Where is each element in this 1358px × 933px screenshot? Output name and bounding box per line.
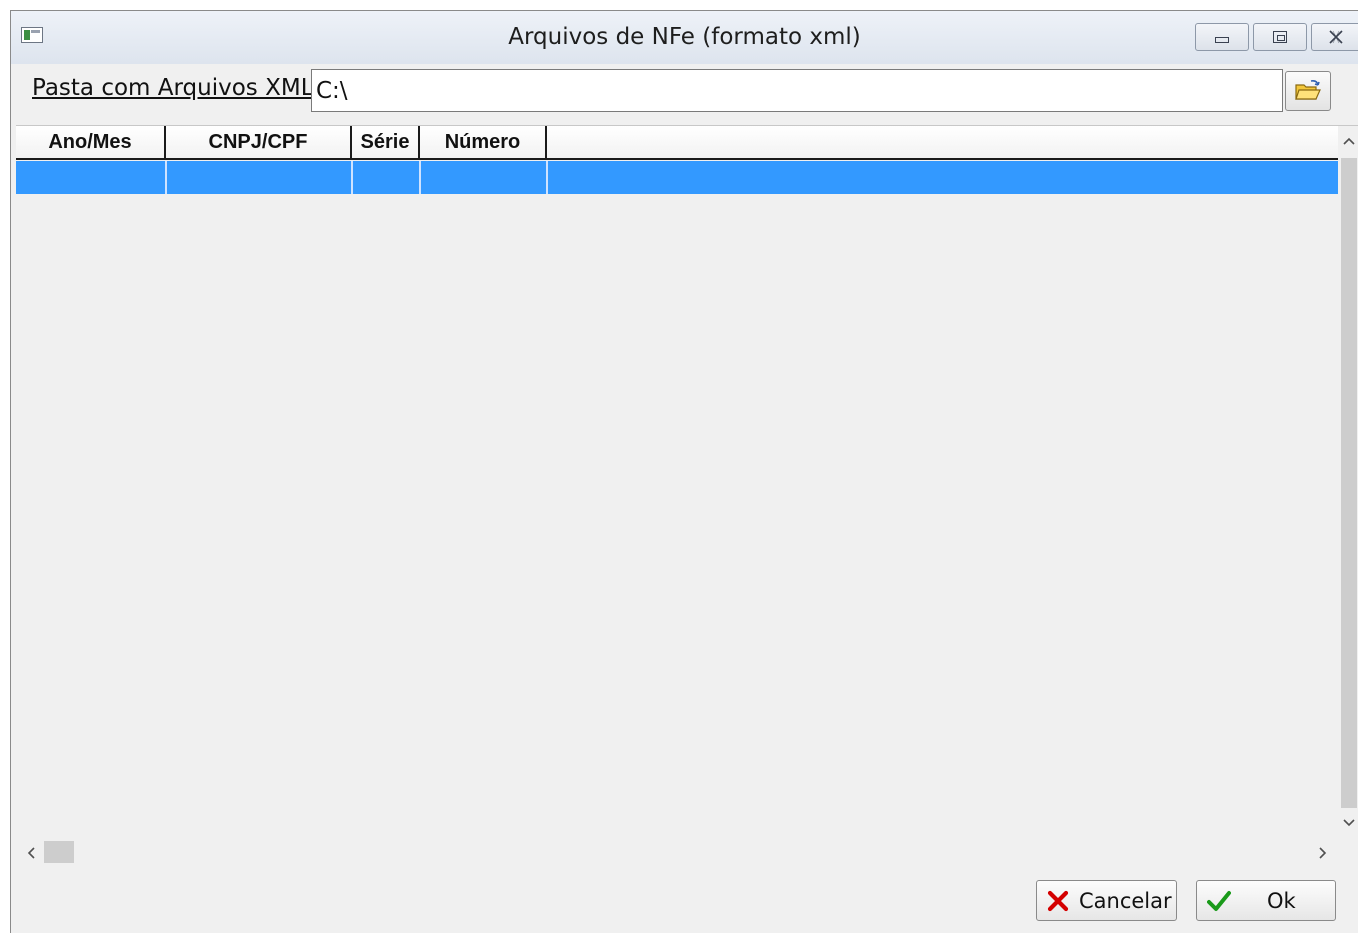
folder-label: Pasta com Arquivos XML (32, 75, 314, 101)
cell-ano-mes[interactable] (16, 161, 167, 194)
title-bar[interactable]: Arquivos de NFe (formato xml) (11, 11, 1358, 64)
scroll-right-button[interactable] (1308, 838, 1338, 867)
chevron-down-icon (1342, 819, 1355, 827)
chevron-left-icon (27, 846, 35, 859)
green-check-icon (1207, 890, 1231, 911)
chevron-right-icon (1319, 846, 1327, 859)
grid-header: Ano/Mes CNPJ/CPF Série Número (16, 126, 1338, 160)
nfe-files-grid[interactable]: Ano/Mes CNPJ/CPF Série Número (16, 125, 1358, 867)
column-header-serie[interactable]: Série (352, 126, 420, 158)
scroll-down-button[interactable] (1338, 808, 1358, 838)
cell-filler (548, 161, 1338, 194)
window-title: Arquivos de NFe (formato xml) (508, 24, 861, 50)
maximize-icon (1273, 31, 1287, 43)
vertical-scroll-thumb[interactable] (1341, 158, 1357, 808)
minimize-icon (1215, 37, 1229, 43)
column-header-filler (547, 126, 1338, 158)
close-icon (1328, 30, 1343, 44)
scroll-up-button[interactable] (1338, 126, 1358, 156)
cancel-button[interactable]: Cancelar (1036, 880, 1177, 921)
browse-folder-button[interactable] (1285, 71, 1331, 111)
column-header-cnpj-cpf[interactable]: CNPJ/CPF (166, 126, 352, 158)
ok-button-label: Ok (1267, 888, 1296, 913)
column-header-ano-mes[interactable]: Ano/Mes (16, 126, 166, 158)
cell-serie[interactable] (353, 161, 421, 194)
horizontal-scroll-thumb[interactable] (44, 841, 74, 863)
minimize-button[interactable] (1195, 23, 1249, 51)
cancel-button-label: Cancelar (1079, 888, 1172, 913)
close-button[interactable] (1311, 23, 1358, 51)
ok-button[interactable]: Ok (1196, 880, 1336, 921)
table-row[interactable] (16, 161, 1338, 194)
column-header-numero[interactable]: Número (420, 126, 547, 158)
folder-path-input[interactable] (311, 69, 1283, 112)
horizontal-scrollbar[interactable] (16, 838, 1338, 867)
cell-cnpj-cpf[interactable] (167, 161, 353, 194)
red-x-icon (1047, 890, 1069, 911)
dialog-window: Arquivos de NFe (formato xml) Pasta com … (10, 10, 1358, 933)
cell-numero[interactable] (421, 161, 548, 194)
chevron-up-icon (1342, 137, 1355, 145)
scroll-left-button[interactable] (16, 838, 46, 867)
open-folder-icon (1295, 80, 1321, 100)
maximize-button[interactable] (1253, 23, 1307, 51)
vertical-scrollbar[interactable] (1338, 126, 1358, 838)
